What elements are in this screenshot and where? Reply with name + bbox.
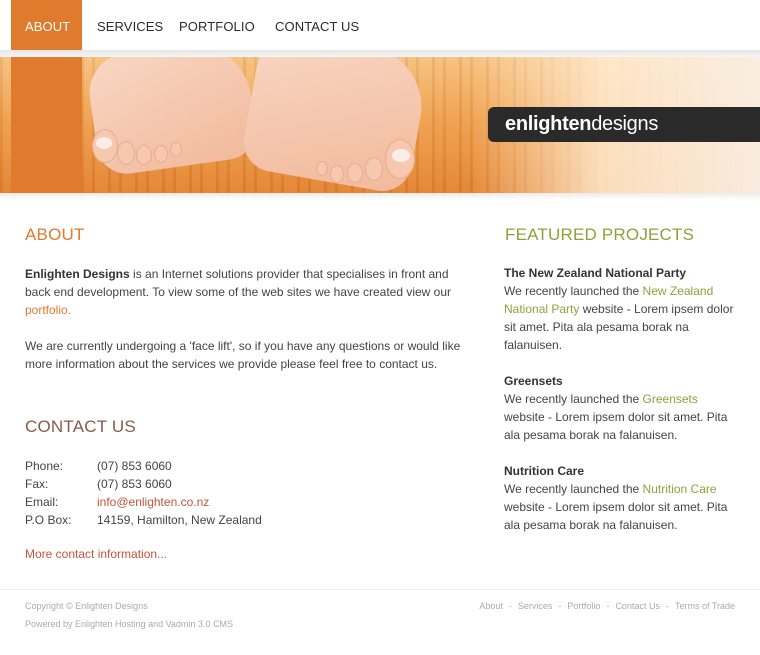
footer-link-about[interactable]: About xyxy=(479,601,503,611)
project-item: Nutrition Care We recently launched the … xyxy=(504,462,740,534)
banner-toe xyxy=(347,163,363,183)
footer-separator: - xyxy=(606,601,610,611)
fax-value: (07) 853 6060 xyxy=(97,477,172,491)
fax-label: Fax: xyxy=(25,477,49,491)
logo-bold-text: enlighten xyxy=(505,113,592,135)
footer-separator: - xyxy=(558,601,562,611)
banner-toe xyxy=(170,142,182,157)
contact-heading: CONTACT US xyxy=(25,417,136,436)
banner-toenail xyxy=(96,137,112,149)
project-text: website - Lorem ipsem dolor sit amet. Pi… xyxy=(504,410,728,442)
nav-services[interactable]: SERVICES xyxy=(97,0,163,50)
nav-portfolio[interactable]: PORTFOLIO xyxy=(179,0,255,50)
project-link[interactable]: Nutrition Care xyxy=(643,482,717,496)
footer-link-services[interactable]: Services xyxy=(518,601,553,611)
about-paragraph-1: Enlighten Designs is an Internet solutio… xyxy=(25,265,465,319)
project-title: Nutrition Care xyxy=(504,464,585,478)
logo-light-text: designs xyxy=(591,113,659,135)
phone-label: Phone: xyxy=(25,459,64,473)
footer-link-terms[interactable]: Terms of Trade xyxy=(675,601,735,611)
nav-contact-us[interactable]: CONTACT US xyxy=(275,0,359,50)
header-banner: enlightendesigns xyxy=(0,57,760,193)
banner-divider xyxy=(0,193,760,200)
footer-link-contact-us[interactable]: Contact Us xyxy=(615,601,660,611)
banner-toe xyxy=(330,165,344,183)
banner-accent-bar xyxy=(11,57,82,193)
project-title: The New Zealand National Party xyxy=(504,266,687,280)
footer-separator: - xyxy=(665,601,669,611)
project-link[interactable]: Greensets xyxy=(643,392,698,406)
pobox-value: 14159, Hamilton, New Zealand xyxy=(97,513,262,527)
email-link[interactable]: info@enlighten.co.nz xyxy=(97,493,209,511)
project-text: We recently launched the xyxy=(504,482,643,496)
banner-toenail xyxy=(392,149,410,162)
banner-toe xyxy=(136,145,152,165)
email-label: Email: xyxy=(25,495,59,509)
footer-separator: - xyxy=(508,601,512,611)
banner-toe xyxy=(154,145,168,163)
top-navigation: ABOUT SERVICES PORTFOLIO CONTACT US xyxy=(0,0,760,50)
about-heading: ABOUT xyxy=(25,225,85,244)
about-paragraph-2: We are currently undergoing a 'face lift… xyxy=(25,339,461,371)
nav-divider xyxy=(0,50,760,57)
project-item: Greensets We recently launched the Green… xyxy=(504,372,740,444)
powered-by-text: Powered by Enlighten Hosting and Vadmin … xyxy=(25,619,233,629)
phone-value: (07) 853 6060 xyxy=(97,459,172,473)
nav-about[interactable]: ABOUT xyxy=(11,0,82,50)
pobox-label: P.O Box: xyxy=(25,513,72,527)
featured-heading: FEATURED PROJECTS xyxy=(505,225,695,244)
portfolio-link[interactable]: portfolio. xyxy=(25,303,71,317)
banner-toe xyxy=(316,161,328,176)
project-text: website - Lorem ipsem dolor sit amet. Pi… xyxy=(504,500,728,532)
project-text: We recently launched the xyxy=(504,284,643,298)
project-text: We recently launched the xyxy=(504,392,643,406)
footer-link-portfolio[interactable]: Portfolio xyxy=(567,601,600,611)
footer-links: About - Services - Portfolio - Contact Us - Term… xyxy=(479,601,735,611)
banner-toe xyxy=(117,141,135,165)
project-item: The New Zealand National Party We recent… xyxy=(504,264,740,354)
project-title: Greensets xyxy=(504,374,563,388)
site-logo[interactable]: enlightendesigns xyxy=(505,113,658,136)
company-name: Enlighten Designs xyxy=(25,267,130,281)
banner-toe xyxy=(365,157,383,181)
more-contact-link[interactable]: More contact information... xyxy=(25,547,167,561)
footer-divider xyxy=(0,589,760,590)
copyright-text: Copyright © Enlighten Designs xyxy=(25,601,148,611)
